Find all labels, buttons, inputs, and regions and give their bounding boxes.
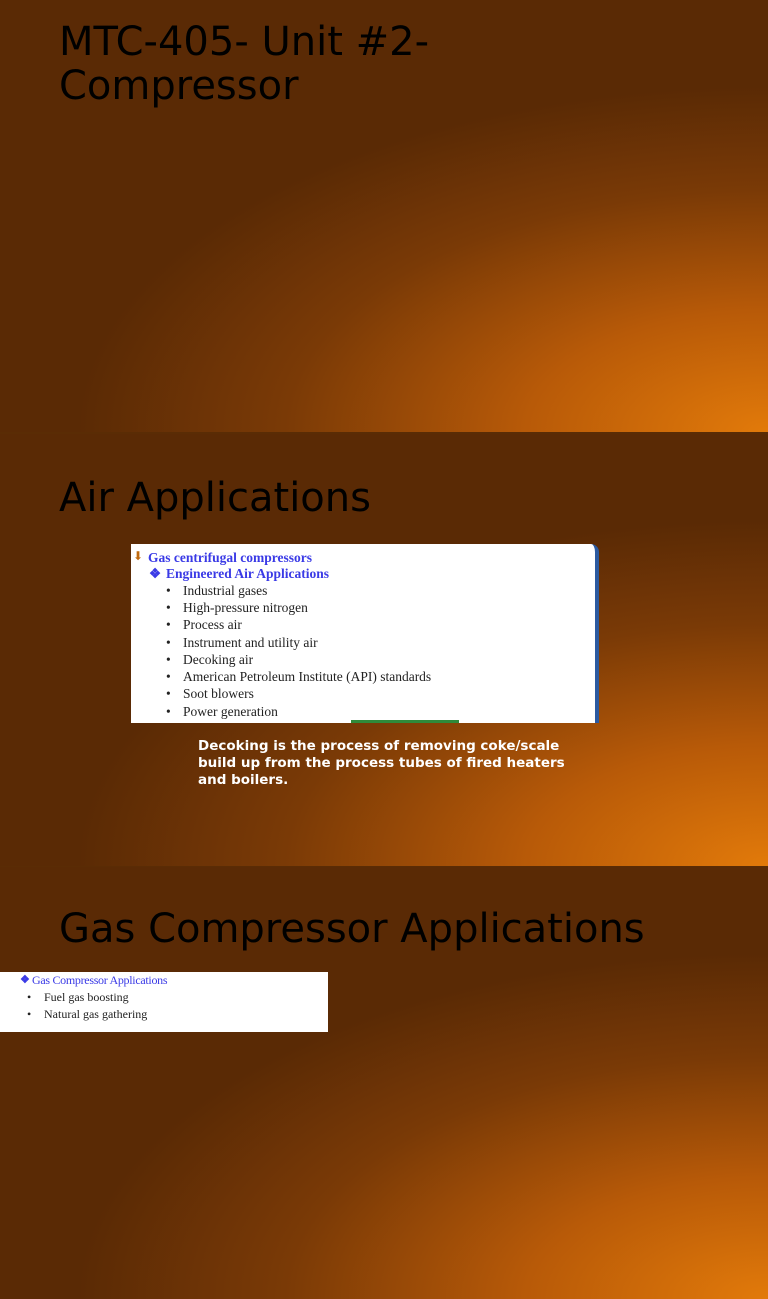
list-item: Decoking air bbox=[166, 652, 253, 668]
air-applications-image: ⬇ Gas centrifugal compressors ❖ Engineer… bbox=[131, 544, 599, 723]
list-item: Industrial gases bbox=[166, 583, 267, 599]
gas-applications-image: ❖ Gas Compressor Applications Fuel gas b… bbox=[0, 972, 328, 1032]
list-item: Soot blowers bbox=[166, 686, 254, 702]
slide-caption: Decoking is the process of removing coke… bbox=[198, 738, 565, 788]
slide-1: MTC-405- Unit #2- Compressor bbox=[0, 0, 768, 432]
list-item: Power generation bbox=[166, 704, 278, 720]
image-subheading: Engineered Air Applications bbox=[166, 566, 330, 581]
image-fragment bbox=[351, 720, 459, 723]
list-item: High-pressure nitrogen bbox=[166, 600, 308, 616]
list-item: Natural gas gathering bbox=[27, 1007, 147, 1022]
slide-title: MTC-405- Unit #2- Compressor bbox=[59, 19, 429, 109]
slide-3: Gas Compressor Applications ❖ Gas Compre… bbox=[0, 867, 768, 1299]
list-item: Fuel gas boosting bbox=[27, 990, 129, 1005]
list-item: Process air bbox=[166, 617, 242, 633]
image-heading: Gas centrifugal compressors bbox=[148, 550, 312, 565]
slide-title: Gas Compressor Applications bbox=[59, 906, 645, 952]
list-item: Instrument and utility air bbox=[166, 635, 318, 651]
image-subheading: Gas Compressor Applications bbox=[32, 973, 168, 987]
slide-title: Air Applications bbox=[59, 475, 371, 521]
diamond-bullet-icon: ❖ bbox=[149, 566, 162, 581]
list-item: American Petroleum Institute (API) stand… bbox=[166, 669, 431, 685]
arrow-bullet-icon: ⬇ bbox=[133, 549, 144, 563]
diamond-bullet-icon: ❖ bbox=[20, 974, 30, 986]
slide-2: Air Applications ⬇ Gas centrifugal compr… bbox=[0, 434, 768, 866]
